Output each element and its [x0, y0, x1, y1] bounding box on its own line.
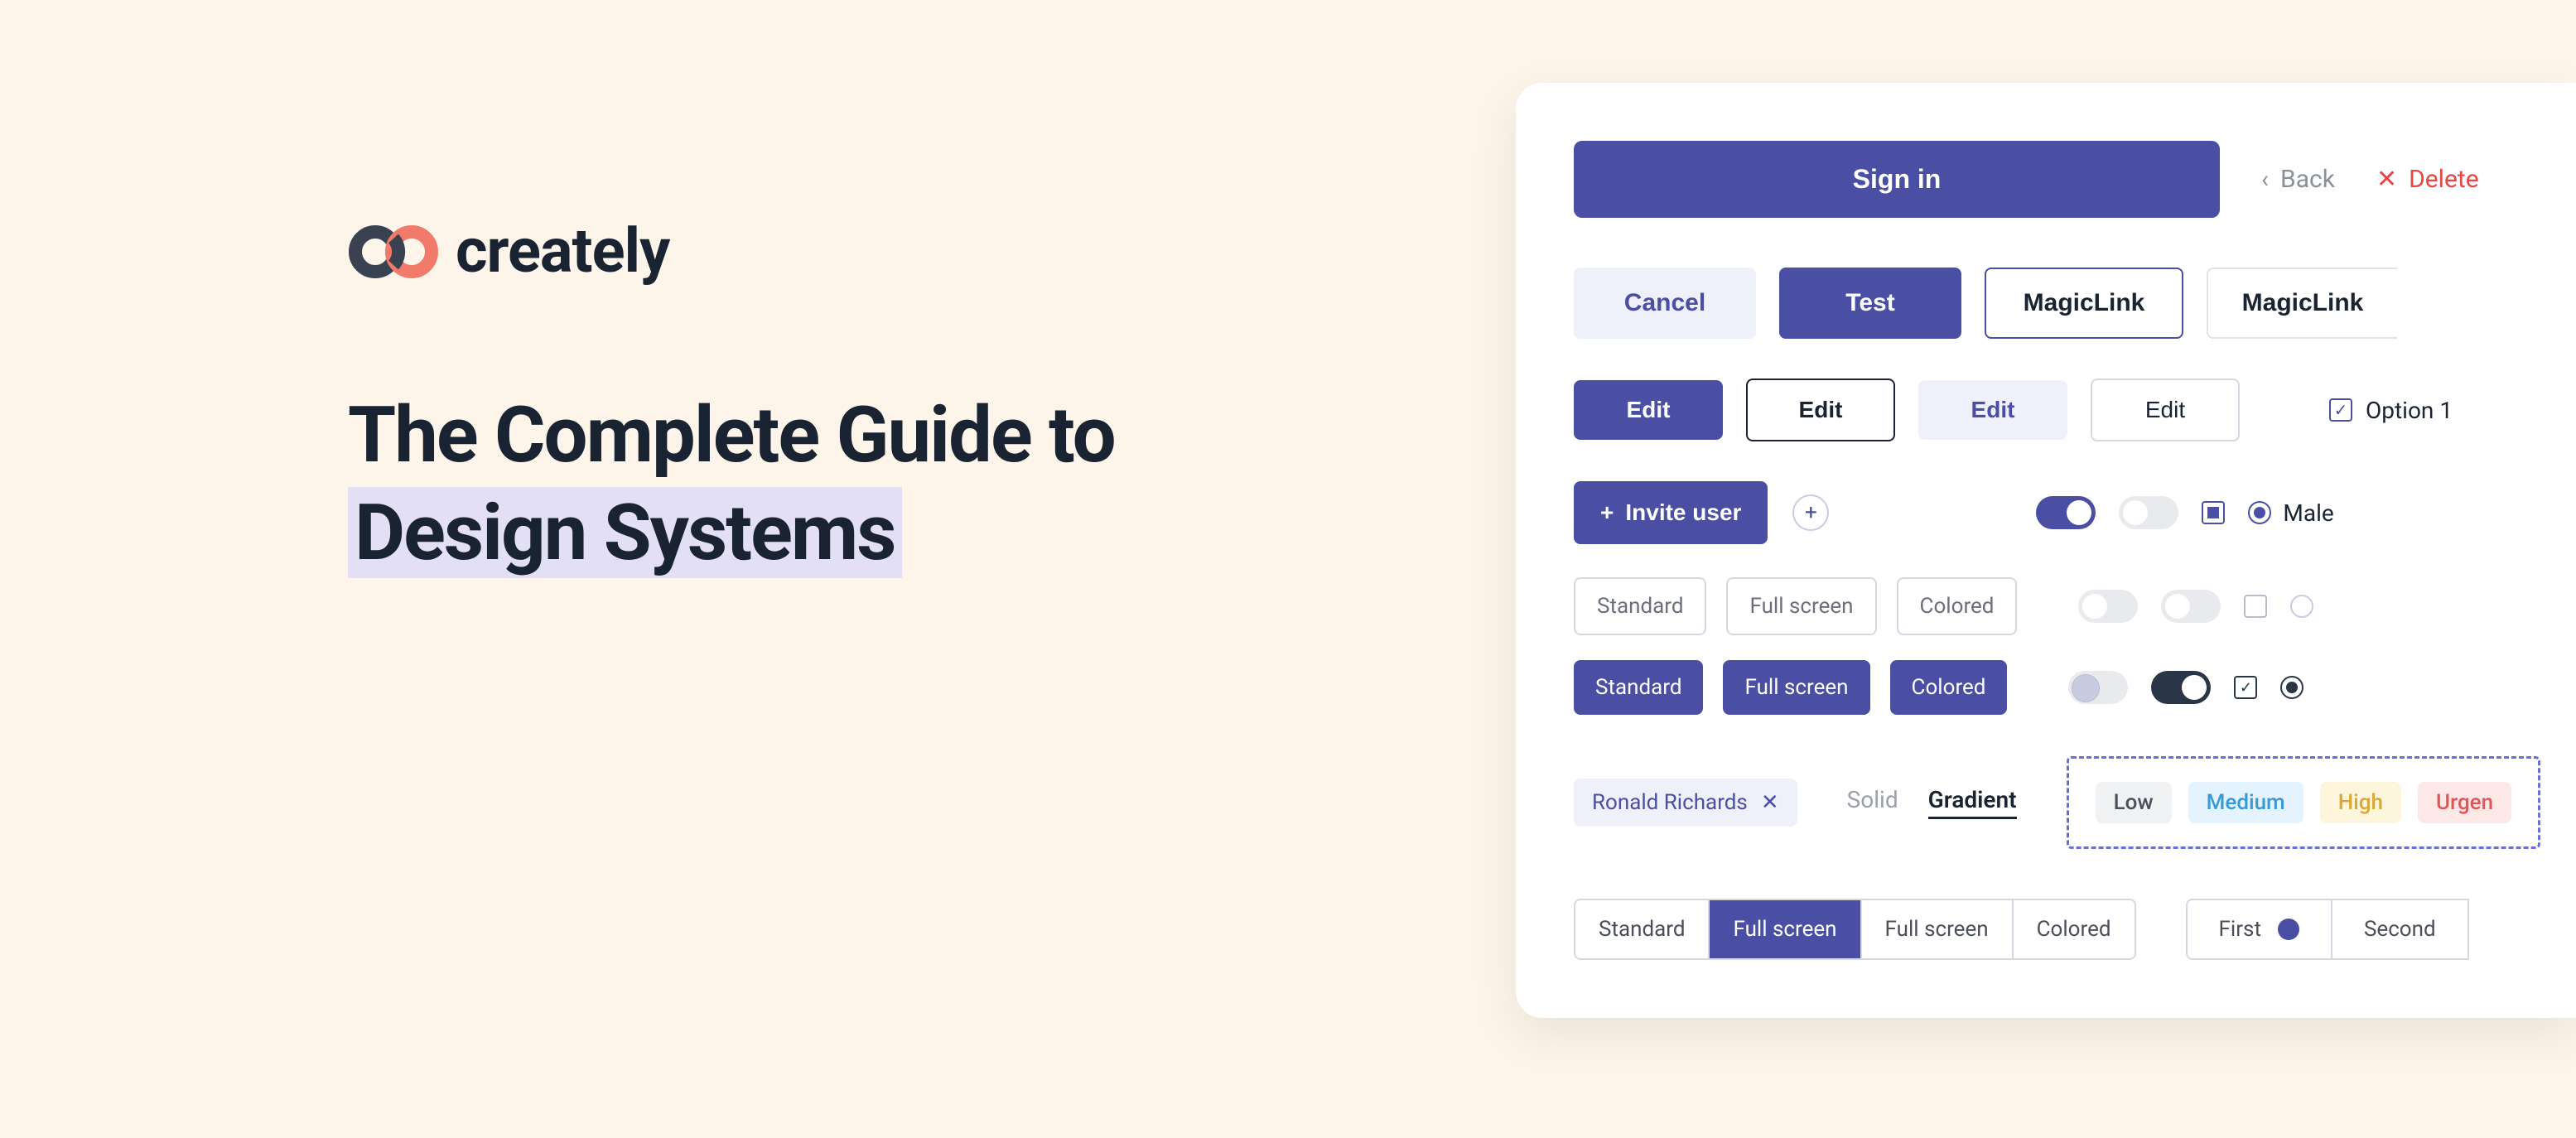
checkbox-checked-dark[interactable]: ✓ — [2234, 676, 2257, 699]
toggle-light[interactable] — [2068, 671, 2128, 704]
radio-male[interactable] — [2248, 501, 2271, 524]
close-icon: ✕ — [2376, 165, 2397, 194]
page-headline: The Complete Guide to Design Systems — [348, 387, 1115, 581]
toggle-off-3[interactable] — [2161, 590, 2221, 623]
back-link[interactable]: ‹ Back — [2261, 165, 2335, 194]
delete-label: Delete — [2409, 165, 2479, 194]
step-dot-icon — [2278, 919, 2299, 940]
checkbox-empty[interactable] — [2244, 595, 2267, 618]
magiclink-button-1[interactable]: MagicLink — [1985, 268, 2183, 339]
tab-solid[interactable]: Solid — [1847, 786, 1898, 819]
edit-button-outline[interactable]: Edit — [1746, 379, 1895, 441]
seg-standard-a[interactable]: Standard — [1574, 577, 1706, 635]
seg-fullscreen-c2[interactable]: Full screen — [1862, 900, 2014, 958]
edit-button-thin[interactable]: Edit — [2091, 379, 2240, 441]
option1-checkbox[interactable]: ✓ — [2329, 398, 2352, 422]
chip-label: Ronald Richards — [1592, 790, 1748, 815]
tab-gradient[interactable]: Gradient — [1928, 786, 2017, 819]
close-icon: ✕ — [1761, 790, 1779, 815]
edit-button-primary[interactable]: Edit — [1574, 380, 1723, 440]
seg-colored-b[interactable]: Colored — [1890, 660, 2008, 715]
headline-highlight: Design Systems — [348, 487, 902, 578]
male-label: Male — [2283, 499, 2333, 527]
toggle-off-2[interactable] — [2078, 590, 2138, 623]
toggle-on-blue[interactable] — [2036, 496, 2096, 529]
logo: creately — [348, 215, 1115, 287]
back-label: Back — [2280, 165, 2335, 194]
signin-button[interactable]: Sign in — [1574, 141, 2220, 218]
seg-fullscreen-b[interactable]: Full screen — [1723, 660, 1869, 715]
tag-low[interactable]: Low — [2096, 782, 2172, 823]
checkbox-indeterminate[interactable] — [2202, 501, 2225, 524]
step-first[interactable]: First — [2186, 899, 2332, 960]
tag-high[interactable]: High — [2320, 782, 2401, 823]
user-chip[interactable]: Ronald Richards ✕ — [1574, 779, 1797, 827]
delete-link[interactable]: ✕ Delete — [2376, 165, 2479, 194]
step-second-label: Second — [2364, 917, 2436, 942]
radio-empty[interactable] — [2290, 595, 2313, 618]
tag-panel: Low Medium High Urgen — [2067, 756, 2541, 849]
seg-standard-c[interactable]: Standard — [1575, 900, 1710, 958]
plus-icon: + — [1600, 499, 1614, 526]
seg-standard-b[interactable]: Standard — [1574, 660, 1703, 715]
headline-line1: The Complete Guide to — [348, 389, 1115, 480]
seg-fullscreen-a[interactable]: Full screen — [1726, 577, 1876, 635]
tag-urgent[interactable]: Urgen — [2418, 782, 2511, 823]
toggle-off-gray[interactable] — [2119, 496, 2178, 529]
seg-colored-c[interactable]: Colored — [2014, 900, 2135, 958]
option1-label: Option 1 — [2366, 397, 2453, 424]
cancel-button[interactable]: Cancel — [1574, 268, 1756, 339]
seg-fullscreen-c1[interactable]: Full screen — [1710, 900, 1861, 958]
chevron-left-icon: ‹ — [2261, 165, 2269, 194]
test-button[interactable]: Test — [1779, 268, 1961, 339]
invite-label: Invite user — [1625, 499, 1741, 526]
edit-button-light[interactable]: Edit — [1918, 380, 2067, 440]
add-circle-button[interactable]: + — [1792, 494, 1829, 531]
magiclink-button-2[interactable]: MagicLink — [2207, 268, 2397, 339]
component-card: Sign in ‹ Back ✕ Delete Cancel Test Magi… — [1516, 83, 2576, 1018]
tag-medium[interactable]: Medium — [2188, 782, 2303, 823]
radio-dark-selected[interactable] — [2280, 676, 2303, 699]
segment-group: Standard Full screen Full screen Colored — [1574, 899, 2136, 960]
toggle-on-dark[interactable] — [2151, 671, 2211, 704]
step-second[interactable]: Second — [2332, 899, 2469, 960]
logo-icon — [348, 224, 439, 279]
logo-text: creately — [456, 215, 669, 287]
step-first-label: First — [2219, 917, 2261, 942]
invite-user-button[interactable]: + Invite user — [1574, 481, 1768, 544]
seg-colored-a[interactable]: Colored — [1897, 577, 2018, 635]
step-group: First Second — [2186, 899, 2469, 960]
